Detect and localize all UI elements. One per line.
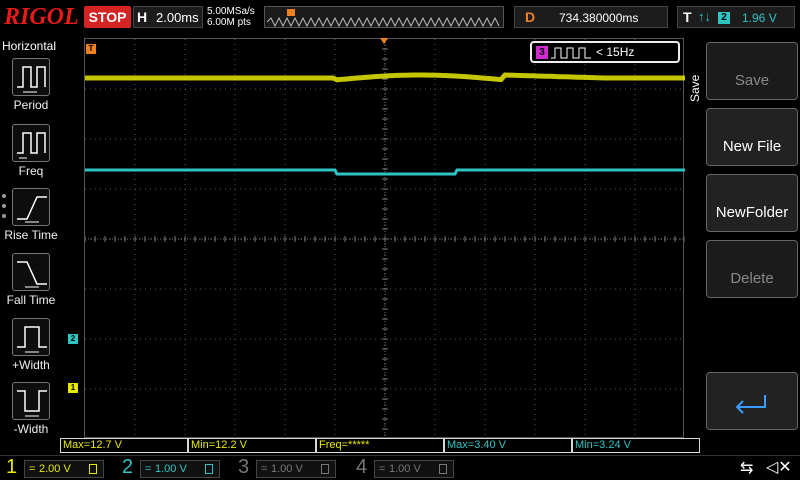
rise-time-label: Rise Time	[4, 228, 58, 242]
channel-settings: = 2.00 V	[24, 460, 104, 478]
trigger-label: T	[683, 9, 692, 25]
measurement-ch1-min[interactable]: Min=12.2 V	[188, 438, 316, 453]
channel-scale: 1.00 V	[271, 463, 303, 475]
fall-time-icon	[12, 253, 50, 291]
channel-3-status[interactable]: 3 = 1.00 V	[232, 456, 342, 480]
memory-depth: 6.00M pts	[207, 17, 251, 28]
channel-settings: = 1.00 V	[374, 460, 454, 478]
usb-icon: ⇆	[740, 460, 754, 477]
channel-4-status[interactable]: 4 = 1.00 V	[350, 456, 460, 480]
trigger-readout[interactable]: T ↑↓ 2 1.96 V	[677, 6, 795, 28]
horizontal-timebase[interactable]: H 2.00ms	[133, 6, 203, 28]
timebase-value: 2.00ms	[156, 10, 199, 25]
channel-number: 1	[6, 456, 18, 478]
graticule	[85, 39, 685, 439]
channel-number: 3	[238, 456, 250, 478]
period-label: Period	[13, 98, 49, 112]
ch2-offset-marker[interactable]: 2	[68, 334, 78, 344]
bandwidth-icon	[89, 464, 97, 474]
period-icon	[12, 58, 50, 96]
trigger-level-marker-icon[interactable]: T	[86, 44, 96, 54]
top-status-bar: RIGOL STOP H 2.00ms 5.00MSa/s 6.00M pts …	[0, 0, 800, 36]
channel-number: 4	[356, 456, 368, 478]
trigger-time-marker-icon[interactable]	[380, 38, 388, 44]
trigger-source: 2	[718, 12, 730, 24]
measure-negative-width-button[interactable]: -Width	[0, 382, 62, 444]
positive-width-label: +Width	[12, 358, 50, 372]
ch1-offset-marker[interactable]: 1	[68, 383, 78, 393]
negative-width-label: -Width	[13, 422, 49, 436]
trigger-level: 1.96 V	[742, 11, 777, 25]
brand-logo: RIGOL	[4, 4, 79, 30]
delete-label: Delete	[730, 270, 774, 287]
measurement-ch1-max[interactable]: Max=12.7 V	[60, 438, 188, 453]
measurement-ch2-min[interactable]: Min=3.24 V	[572, 438, 700, 453]
freq-label: Freq	[18, 164, 44, 178]
freq-icon	[12, 124, 50, 162]
measure-fall-time-button[interactable]: Fall Time	[0, 253, 62, 315]
measurement-ch1-freq[interactable]: Freq=*****	[316, 438, 444, 453]
measure-rise-time-button[interactable]: Rise Time	[0, 188, 62, 250]
return-button[interactable]	[706, 372, 798, 430]
bandwidth-icon	[439, 464, 447, 474]
square-wave-icon	[551, 47, 591, 59]
save-button[interactable]: Save	[706, 42, 798, 100]
channel-settings: = 1.00 V	[256, 460, 336, 478]
negative-width-icon	[12, 382, 50, 420]
memory-position-bar[interactable]	[264, 6, 504, 28]
bandwidth-icon	[205, 464, 213, 474]
counter-channel: 3	[536, 46, 548, 59]
coupling-icon: =	[379, 463, 386, 475]
save-label: Save	[734, 72, 770, 89]
acquisition-info: 5.00MSa/s 6.00M pts	[207, 6, 255, 28]
measure-period-button[interactable]: Period	[0, 58, 62, 120]
measurement-bar: Max=12.7 V Min=12.2 V Freq=***** Max=3.4…	[60, 438, 700, 454]
measure-positive-width-button[interactable]: +Width	[0, 318, 62, 380]
positive-width-icon	[12, 318, 50, 356]
channel-2-status[interactable]: 2 = 1.00 V	[116, 456, 226, 480]
channel-1-status[interactable]: 1 = 2.00 V	[0, 456, 110, 480]
new-folder-label: NewFolder	[715, 204, 789, 221]
new-file-button[interactable]: New File	[706, 108, 798, 166]
mute-icon[interactable]: ◁✕	[766, 457, 792, 477]
measurement-ch2-max[interactable]: Max=3.40 V	[444, 438, 572, 453]
frequency-counter[interactable]: 3 < 15Hz	[530, 41, 680, 63]
fall-time-label: Fall Time	[6, 293, 56, 307]
channel-scale: 2.00 V	[39, 463, 71, 475]
oscilloscope-screen: { "header": { "brand": "RIGOL", "run_sta…	[0, 0, 800, 480]
sample-rate: 5.00MSa/s	[207, 6, 255, 17]
horizontal-label: H	[137, 9, 148, 25]
channel-settings: = 1.00 V	[140, 460, 220, 478]
delay-value: 734.380000ms	[559, 11, 639, 25]
rise-time-icon	[12, 188, 50, 226]
trigger-edge-icon: ↑↓	[698, 9, 711, 24]
horizontal-measure-menu: Horizontal Period Freq Rise Time Fall Ti…	[0, 36, 62, 456]
run-stop-status[interactable]: STOP	[84, 6, 131, 28]
return-arrow-icon	[735, 395, 766, 414]
new-file-label: New File	[722, 138, 782, 155]
channel-number: 2	[122, 456, 134, 478]
trigger-position-marker-icon	[287, 9, 295, 16]
waveform-display[interactable]	[84, 38, 685, 439]
coupling-icon: =	[261, 463, 268, 475]
waveform-overview-icon	[267, 17, 500, 27]
coupling-icon: =	[29, 463, 36, 475]
menu-title: Horizontal	[2, 39, 57, 53]
channel-scale: 1.00 V	[155, 463, 187, 475]
coupling-icon: =	[145, 463, 152, 475]
new-folder-button[interactable]: NewFolder	[706, 174, 798, 232]
measure-freq-button[interactable]: Freq	[0, 124, 62, 186]
delay-readout[interactable]: D 734.380000ms	[514, 6, 668, 28]
channel-bar: 1 = 2.00 V 2 = 1.00 V 3 = 1.00 V 4 = 1.0…	[0, 455, 800, 480]
save-menu: Save Save New File NewFolder Delete	[686, 38, 800, 456]
channel-scale: 1.00 V	[389, 463, 421, 475]
delay-label: D	[525, 9, 536, 25]
menu-title: Save	[688, 74, 702, 102]
bandwidth-icon	[321, 464, 329, 474]
delete-button[interactable]: Delete	[706, 240, 798, 298]
counter-value: < 15Hz	[596, 45, 635, 59]
